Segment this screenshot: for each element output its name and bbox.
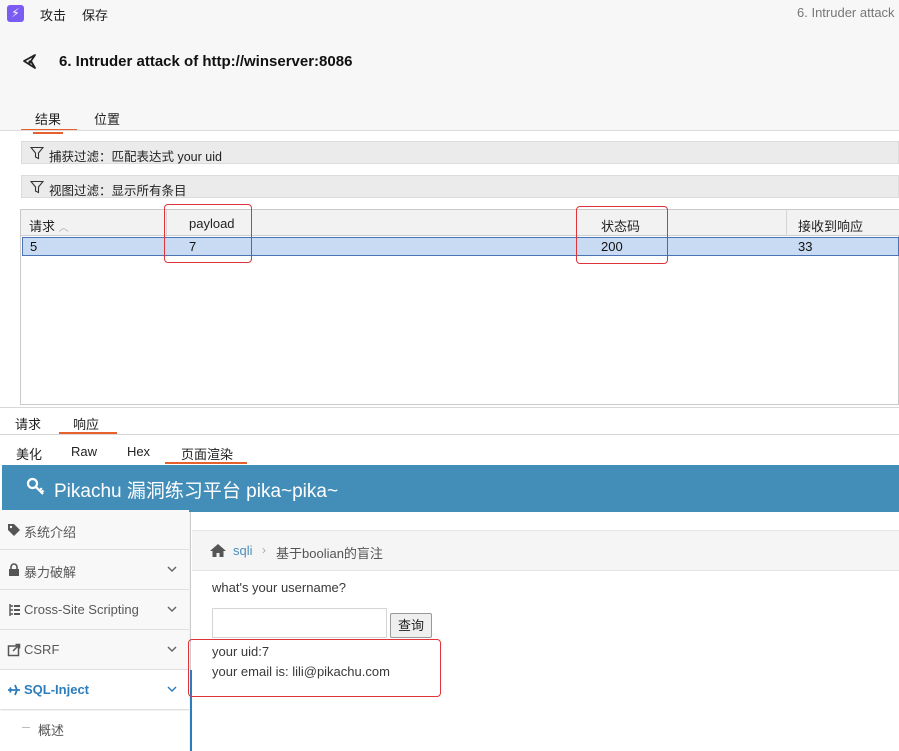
menu-bar: ⚡ 攻击 保存 6. Intruder attack: [0, 0, 899, 27]
breadcrumb-current: 基于boolian的盲注: [276, 546, 383, 561]
tab-results[interactable]: 结果: [33, 109, 63, 134]
breadcrumb-link-sqli[interactable]: sqli: [233, 543, 253, 558]
chevron-down-icon: [167, 646, 177, 653]
sidebar-item-csrf[interactable]: CSRF: [0, 630, 189, 670]
sidebar-item-intro[interactable]: 系统介绍: [0, 510, 189, 550]
view-filter-text: 视图过滤：显示所有条目: [49, 184, 187, 198]
tab-render[interactable]: 页面渲染: [179, 444, 235, 463]
tab-pretty[interactable]: 美化: [15, 444, 43, 463]
sidebar-item-label: 系统介绍: [24, 525, 77, 540]
tab-positions[interactable]: 位置: [93, 109, 121, 128]
cell-length: 33: [798, 239, 813, 254]
divider: [0, 130, 899, 131]
tab-request[interactable]: 请求: [14, 414, 42, 433]
chevron-down-icon: [167, 606, 177, 613]
lock-icon: [9, 563, 19, 576]
column-header-length[interactable]: 接收到响应: [798, 216, 863, 235]
chevron-down-icon: [167, 566, 177, 573]
attack-title: 6. Intruder attack of http://winserver:8…: [59, 53, 353, 70]
list-tree-icon: [9, 604, 20, 616]
username-question: what's your username?: [212, 580, 346, 595]
divider: [0, 407, 899, 408]
highlight-payload-box: [164, 204, 252, 263]
view-filter-bar[interactable]: 视图过滤：显示所有条目: [21, 175, 899, 198]
query-button[interactable]: 查询: [390, 613, 432, 638]
sidebar-item-label: SQL-Inject: [24, 682, 90, 697]
window-title: 6. Intruder attack: [797, 5, 895, 20]
column-separator[interactable]: [786, 210, 787, 236]
key-icon: [26, 477, 45, 495]
capture-filter-text: 捕获过滤：匹配表达式 your uid: [49, 150, 222, 164]
highlight-result-box: [188, 639, 441, 697]
username-input[interactable]: [212, 608, 387, 638]
filter-icon: [30, 180, 44, 194]
table-row[interactable]: 5 7 200 33: [22, 237, 899, 256]
tree-connector: [22, 727, 30, 728]
divider: [0, 434, 899, 435]
intruder-target-icon: [23, 54, 36, 69]
capture-filter-bar[interactable]: 捕获过滤：匹配表达式 your uid: [21, 141, 899, 164]
sort-asc-icon: ︿: [58, 223, 69, 234]
tab-hex[interactable]: Hex: [126, 444, 151, 459]
tags-icon: [8, 524, 20, 536]
cell-request: 5: [30, 239, 38, 254]
tab-response[interactable]: 响应: [72, 414, 100, 433]
share-square-icon: [7, 643, 21, 657]
highlight-status-box: [576, 206, 668, 264]
sidebar-subitem-label: 概述: [38, 723, 65, 738]
sidebar-item-xss[interactable]: Cross-Site Scripting: [0, 590, 189, 630]
menu-attack[interactable]: 攻击: [40, 5, 66, 24]
chevron-down-icon: [167, 686, 177, 693]
results-table: 请求 ︿ payload 状态码 接收到响应 5 7 200 33: [20, 209, 899, 405]
sidebar-item-bruteforce[interactable]: 暴力破解: [0, 550, 189, 590]
attack-header: [0, 27, 899, 130]
sidebar-item-label: 暴力破解: [24, 565, 77, 580]
tab-raw[interactable]: Raw: [71, 444, 97, 459]
table-header: 请求 ︿ payload 状态码 接收到响应: [21, 210, 899, 236]
sidebar-item-label: Cross-Site Scripting: [24, 602, 139, 617]
sidebar-item-label: CSRF: [24, 642, 60, 657]
app-logo-icon: ⚡: [7, 5, 24, 22]
column-header-request[interactable]: 请求 ︿: [29, 216, 69, 235]
sidebar-item-sqli[interactable]: SQL-Inject: [0, 670, 189, 710]
filter-icon: [30, 146, 44, 160]
sidebar-subitem-overview[interactable]: 概述: [0, 711, 189, 751]
breadcrumb-separator: ›: [262, 543, 266, 557]
plane-icon: [8, 684, 20, 696]
tab-render-underline: [165, 462, 247, 464]
banner-title: Pikachu 漏洞练习平台 pika~pika~: [54, 481, 339, 502]
home-icon[interactable]: [209, 543, 227, 558]
menu-save[interactable]: 保存: [82, 5, 108, 24]
